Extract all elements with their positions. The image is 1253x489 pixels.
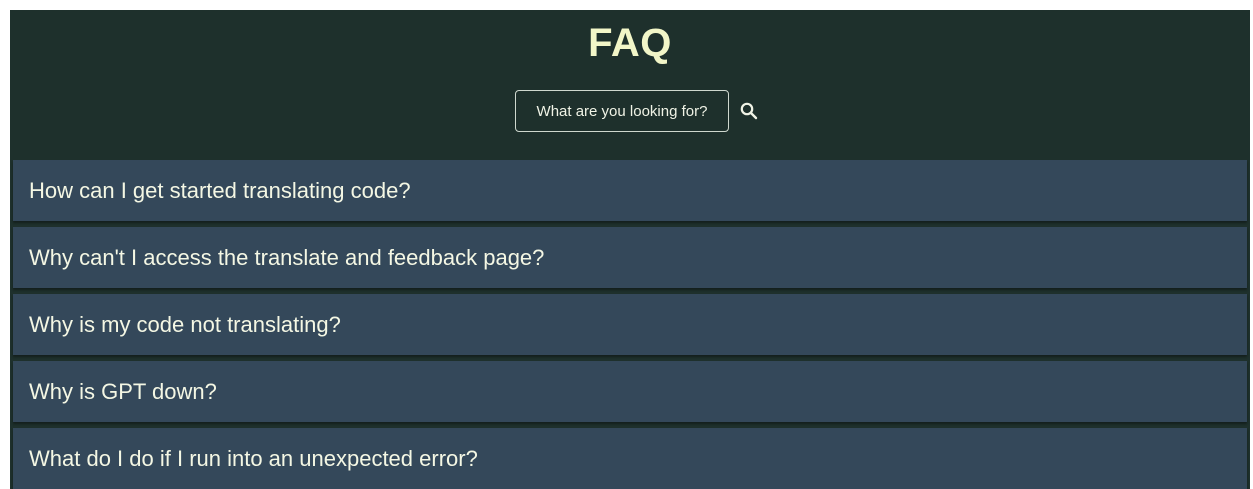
faq-item[interactable]: How can I get started translating code? [13,160,1247,221]
faq-item[interactable]: Why is my code not translating? [13,294,1247,355]
search-bar [10,90,1250,132]
faq-question: What do I do if I run into an unexpected… [29,445,478,471]
search-button[interactable] [731,93,767,129]
search-input[interactable] [515,90,729,132]
faq-item[interactable]: Why is GPT down? [13,361,1247,422]
page-title: FAQ [588,21,672,65]
faq-header: FAQ [10,10,1250,158]
faq-question: How can I get started translating code? [29,177,411,203]
faq-page: FAQ How can I get started translating co… [10,10,1250,489]
faq-question: Why can't I access the translate and fee… [29,244,545,270]
faq-item[interactable]: What do I do if I run into an unexpected… [13,428,1247,489]
search-icon [740,102,758,120]
faq-question: Why is GPT down? [29,378,217,404]
faq-item[interactable]: Why can't I access the translate and fee… [13,227,1247,288]
faq-list: How can I get started translating code? … [13,160,1247,489]
faq-question: Why is my code not translating? [29,311,341,337]
